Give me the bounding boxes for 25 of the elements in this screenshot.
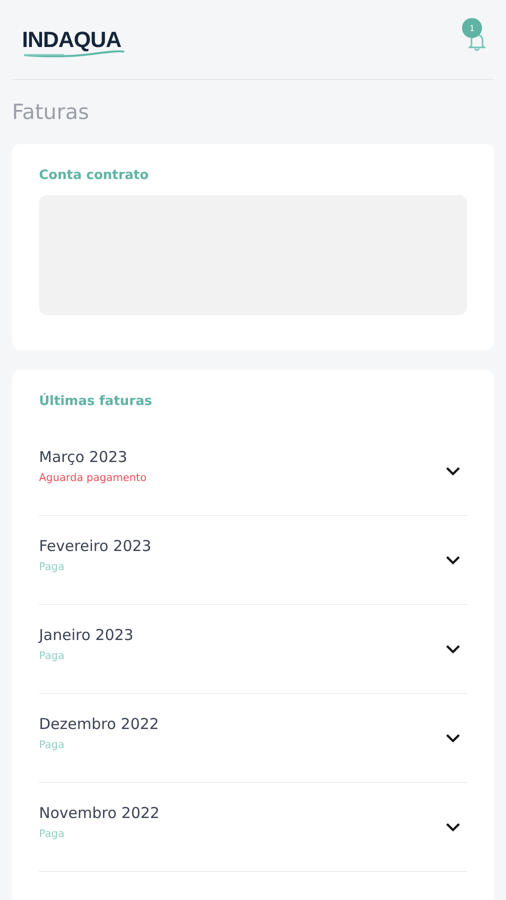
notification-badge: 1	[462, 18, 482, 38]
chevron-icon[interactable]	[445, 733, 461, 743]
invoice-month: Novembro 2022	[39, 804, 160, 822]
chevron-icon[interactable]	[445, 466, 461, 476]
invoice-month: Janeiro 2023	[39, 626, 134, 644]
chevron-icon[interactable]	[445, 822, 461, 832]
invoice-status: Aguarda pagamento	[39, 472, 147, 484]
invoice-row[interactable]: Março 2023 Aguarda pagamento	[39, 427, 467, 516]
invoice-month: Março 2023	[39, 448, 128, 466]
invoice-status: Paga	[39, 739, 66, 751]
invoice-row[interactable]: Novembro 2022 Paga	[39, 783, 467, 872]
chevron-icon[interactable]	[445, 644, 461, 654]
contract-label: Conta contrato	[39, 168, 150, 183]
invoice-row[interactable]: Dezembro 2022 Paga	[39, 694, 467, 783]
invoice-status: Paga	[39, 828, 66, 840]
logo: INDAQUA	[22, 28, 126, 58]
invoice-status: Paga	[39, 561, 66, 573]
page-title: Faturas	[12, 100, 90, 124]
chevron-icon[interactable]	[445, 555, 461, 565]
invoice-month: Fevereiro 2023	[39, 537, 152, 555]
invoice-month: Dezembro 2022	[39, 715, 159, 733]
invoice-row[interactable]: Janeiro 2023 Paga	[39, 605, 467, 694]
invoice-status: Paga	[39, 650, 66, 662]
invoice-row[interactable]: Fevereiro 2023 Paga	[39, 516, 467, 605]
invoices-title: Últimas faturas	[39, 394, 154, 409]
